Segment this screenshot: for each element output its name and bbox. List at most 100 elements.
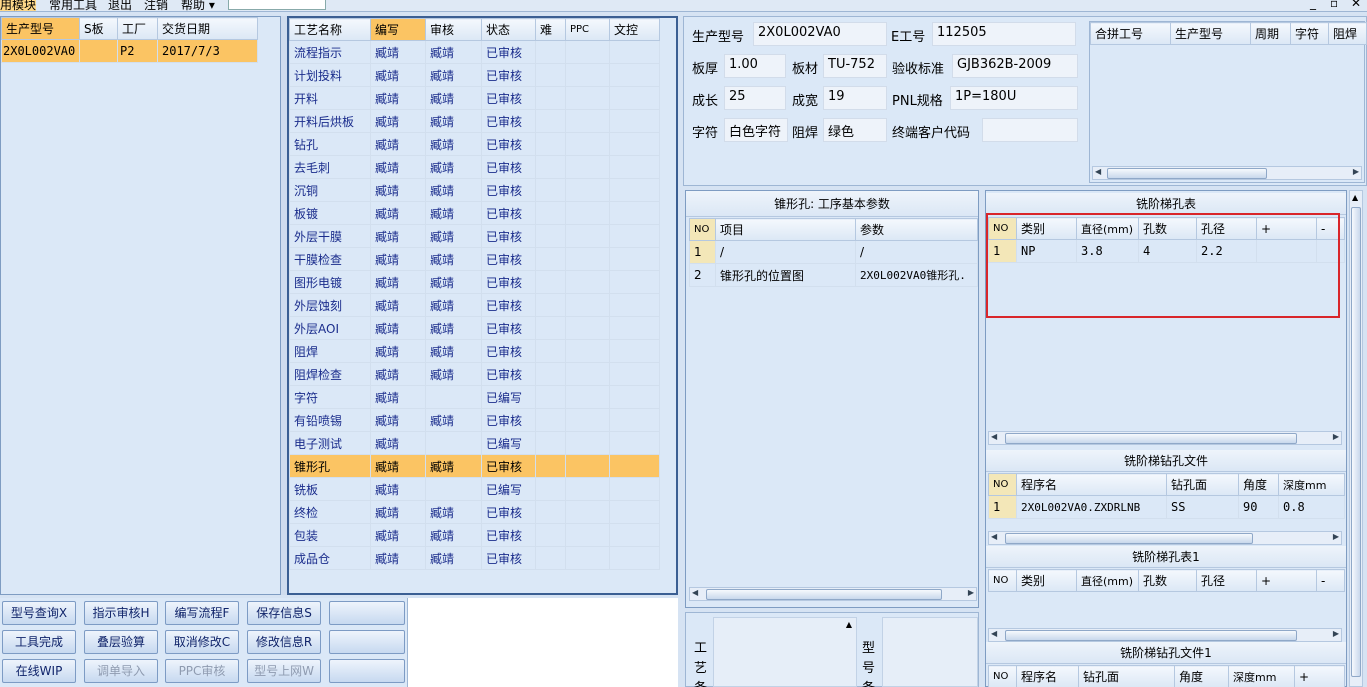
col-difficulty[interactable]: 难 xyxy=(535,18,566,41)
col-combine-model[interactable]: 生产型号 xyxy=(1170,22,1251,45)
process-row[interactable]: 锥形孔 臧靖 臧靖 已审核 xyxy=(289,454,660,478)
process-row[interactable]: 开料后烘板 臧靖 臧靖 已审核 xyxy=(289,109,660,133)
width-field[interactable]: 19 xyxy=(823,86,887,110)
process-row[interactable]: 外层AOI 臧靖 臧靖 已审核 xyxy=(289,316,660,340)
col-hole-count[interactable]: 孔数 xyxy=(1138,569,1197,592)
material-field[interactable]: TU-752 xyxy=(823,54,887,78)
scroll-up-icon[interactable]: ▲ xyxy=(846,620,852,629)
scroll-thumb[interactable] xyxy=(1005,533,1253,544)
col-program[interactable]: 程序名 xyxy=(1016,665,1079,687)
col-depth[interactable]: 深度mm xyxy=(1278,473,1345,496)
process-row[interactable]: 开料 臧靖 臧靖 已审核 xyxy=(289,86,660,110)
action-button[interactable]: 型号上网W xyxy=(247,659,321,683)
col-drill-side[interactable]: 钻孔面 xyxy=(1166,473,1239,496)
col-no[interactable]: NO xyxy=(988,473,1017,496)
e-no-field[interactable]: 112505 xyxy=(932,22,1076,46)
menu-item-logout[interactable]: 注销 xyxy=(144,0,168,11)
scroll-thumb[interactable] xyxy=(706,589,942,600)
process-row[interactable]: 外层蚀刻 臧靖 臧靖 已审核 xyxy=(289,293,660,317)
col-doc-control[interactable]: 文控 xyxy=(609,18,660,41)
action-button[interactable]: 在线WIP xyxy=(2,659,76,683)
col-angle[interactable]: 角度 xyxy=(1174,665,1229,687)
col-combine-no[interactable]: 合拼工号 xyxy=(1090,22,1171,45)
hole-hscroll[interactable]: ◀ ▶ xyxy=(988,431,1342,445)
scroll-left-icon[interactable]: ◀ xyxy=(991,629,997,638)
action-button[interactable] xyxy=(329,601,405,625)
col-combine-cycle[interactable]: 周期 xyxy=(1250,22,1291,45)
menu-dropdown[interactable] xyxy=(228,0,326,10)
scroll-thumb[interactable] xyxy=(1005,433,1297,444)
close-icon[interactable]: ✕ xyxy=(1351,0,1361,10)
combine-hscroll[interactable]: ◀ ▶ xyxy=(1092,166,1362,180)
col-combine-mask[interactable]: 阻焊 xyxy=(1328,22,1367,45)
process-row[interactable]: 阻焊检查 臧靖 臧靖 已审核 xyxy=(289,362,660,386)
col-status[interactable]: 状态 xyxy=(481,18,536,41)
col-depth[interactable]: 深度mm xyxy=(1228,665,1295,687)
scroll-up-icon[interactable]: ▲ xyxy=(1352,193,1358,202)
action-button[interactable]: 叠层验算 xyxy=(84,630,158,654)
scroll-right-icon[interactable]: ▶ xyxy=(1353,167,1359,176)
col-drill-side[interactable]: 钻孔面 xyxy=(1078,665,1175,687)
char-field[interactable]: 白色字符 xyxy=(724,118,788,142)
process-remark-field[interactable]: ▲ xyxy=(713,617,857,687)
col-delivery-date[interactable]: 交货日期 xyxy=(157,17,258,40)
process-row[interactable]: 有铅喷锡 臧靖 臧靖 已审核 xyxy=(289,408,660,432)
hole1-hscroll[interactable]: ◀ ▶ xyxy=(988,628,1342,642)
scroll-right-icon[interactable]: ▶ xyxy=(1333,432,1339,441)
process-row[interactable]: 成品仓 臧靖 臧靖 已审核 xyxy=(289,546,660,570)
action-button[interactable]: 编写流程F xyxy=(165,601,239,625)
remove-column-button[interactable]: - xyxy=(1316,569,1345,592)
process-row[interactable]: 阻焊 臧靖 臧靖 已审核 xyxy=(289,339,660,363)
action-button[interactable]: 指示审核H xyxy=(84,601,158,625)
col-param-item[interactable]: 项目 xyxy=(715,218,856,241)
col-type[interactable]: 类别 xyxy=(1016,569,1077,592)
col-program[interactable]: 程序名 xyxy=(1016,473,1167,496)
col-param-no[interactable]: NO xyxy=(689,218,716,241)
scroll-thumb[interactable] xyxy=(1351,207,1361,677)
process-row[interactable]: 包装 臧靖 臧靖 已审核 xyxy=(289,523,660,547)
process-row[interactable]: 铣板 臧靖 已编写 xyxy=(289,477,660,501)
process-row[interactable]: 钻孔 臧靖 臧靖 已审核 xyxy=(289,132,660,156)
col-no[interactable]: NO xyxy=(988,569,1017,592)
col-s-board[interactable]: S板 xyxy=(79,17,118,40)
length-field[interactable]: 25 xyxy=(724,86,786,110)
col-model[interactable]: 生产型号 xyxy=(1,17,80,40)
col-combine-char[interactable]: 字符 xyxy=(1290,22,1329,45)
param-row[interactable]: 2 锥形孔的位置图 2X0L002VA0锥形孔. xyxy=(689,263,978,287)
action-button[interactable]: 型号查询X xyxy=(2,601,76,625)
standard-field[interactable]: GJB362B-2009 xyxy=(952,54,1078,78)
scroll-thumb[interactable] xyxy=(1107,168,1267,179)
add-column-button[interactable]: + xyxy=(1294,665,1345,687)
minimize-icon[interactable]: _ xyxy=(1310,0,1316,10)
scroll-right-icon[interactable]: ▶ xyxy=(968,588,974,597)
restore-icon[interactable]: ▫ xyxy=(1330,0,1338,10)
action-button[interactable]: PPC审核 xyxy=(165,659,239,683)
process-row[interactable]: 电子测试 臧靖 已编写 xyxy=(289,431,660,455)
action-button[interactable] xyxy=(329,659,405,683)
drill-hscroll[interactable]: ◀ ▶ xyxy=(988,531,1342,545)
drill-file-row[interactable]: 1 2X0L002VA0.ZXDRLNB SS 90 0.8 xyxy=(988,495,1345,519)
action-button[interactable]: 保存信息S xyxy=(247,601,321,625)
action-button[interactable]: 工具完成 xyxy=(2,630,76,654)
menu-item-modules[interactable]: 用模块 xyxy=(0,0,37,11)
thickness-field[interactable]: 1.00 xyxy=(724,54,786,78)
scroll-thumb[interactable] xyxy=(1005,630,1297,641)
col-process-name[interactable]: 工艺名称 xyxy=(289,18,371,41)
process-row[interactable]: 干膜检查 臧靖 臧靖 已审核 xyxy=(289,247,660,271)
process-row[interactable]: 计划投料 臧靖 臧靖 已审核 xyxy=(289,63,660,87)
col-factory[interactable]: 工厂 xyxy=(117,17,158,40)
param-row[interactable]: 1 / / xyxy=(689,240,978,264)
scroll-left-icon[interactable]: ◀ xyxy=(1095,167,1101,176)
pnl-field[interactable]: 1P=180U xyxy=(950,86,1078,110)
process-row[interactable]: 终检 臧靖 臧靖 已审核 xyxy=(289,500,660,524)
action-button[interactable]: 取消修改C xyxy=(165,630,239,654)
model-field[interactable]: 2X0L002VA0 xyxy=(753,22,887,46)
col-reviewer[interactable]: 审核 xyxy=(425,18,482,41)
scroll-right-icon[interactable]: ▶ xyxy=(1333,629,1339,638)
process-row[interactable]: 外层干膜 臧靖 臧靖 已审核 xyxy=(289,224,660,248)
process-row[interactable]: 字符 臧靖 已编写 xyxy=(289,385,660,409)
col-diameter[interactable]: 直径(mm) xyxy=(1076,569,1139,592)
menu-item-tools[interactable]: 常用工具 xyxy=(49,0,97,11)
scroll-left-icon[interactable]: ◀ xyxy=(991,432,997,441)
action-button[interactable]: 调单导入 xyxy=(84,659,158,683)
